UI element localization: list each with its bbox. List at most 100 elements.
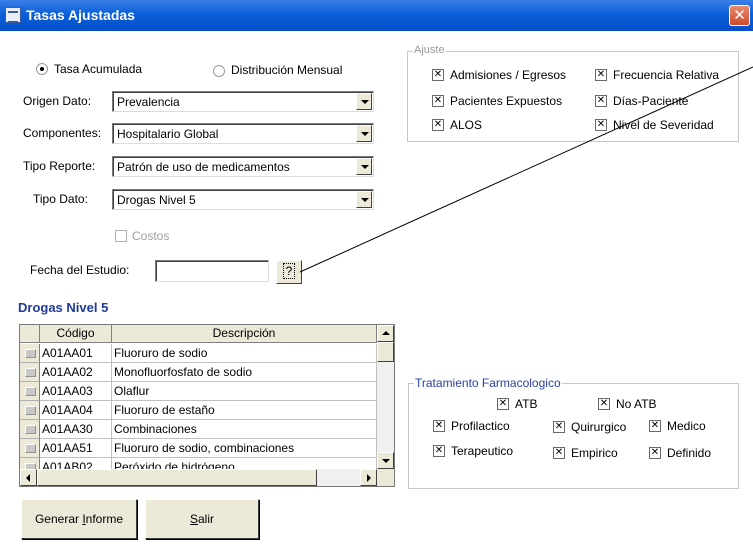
componentes-combo[interactable]: Hospitalario Global: [112, 123, 374, 144]
drogas-grid[interactable]: Código Descripción A01AA01 Fluoruro de s…: [19, 324, 395, 487]
table-row[interactable]: A01AA01 Fluoruro de sodio: [20, 344, 377, 363]
table-row[interactable]: A01AA02 Monofluorfosfato de sodio: [20, 363, 377, 382]
row-selector[interactable]: [20, 401, 40, 420]
cell-descripcion: Fluoruro de sodio, combinaciones: [112, 439, 377, 458]
scroll-right-icon[interactable]: [360, 469, 377, 486]
tipo-reporte-value: Patrón de uso de medicamentos: [117, 160, 290, 174]
definido-label[interactable]: Definido: [667, 446, 711, 460]
cell-descripcion: Combinaciones: [112, 420, 377, 439]
row-selector[interactable]: [20, 439, 40, 458]
cell-descripcion: Fluoruro de sodio: [112, 344, 377, 363]
table-row[interactable]: A01AA30 Combinaciones: [20, 420, 377, 439]
scroll-up-icon[interactable]: [377, 325, 394, 342]
table-row[interactable]: A01AA04 Fluoruro de estaño: [20, 401, 377, 420]
row-selector[interactable]: [20, 344, 40, 363]
close-icon[interactable]: ✕: [729, 5, 750, 26]
salir-post: alir: [198, 512, 215, 526]
cell-descripcion: Olaflur: [112, 382, 377, 401]
check-mark-icon[interactable]: ✕: [432, 119, 444, 131]
form-body: Tasa Acumulada Distribución Mensual Orig…: [0, 31, 753, 546]
check-mark-icon[interactable]: ✕: [553, 447, 565, 459]
window-app-icon: [5, 7, 21, 23]
origen-dato-label: Origen Dato:: [23, 94, 92, 108]
radio-tasa-acumulada-label[interactable]: Tasa Acumulada: [54, 62, 142, 76]
fecha-help-button[interactable]: ?: [276, 260, 302, 284]
scroll-down-icon[interactable]: [377, 452, 394, 469]
chevron-down-icon[interactable]: [356, 93, 372, 110]
column-header-descripcion[interactable]: Descripción: [112, 325, 377, 343]
origen-dato-combo[interactable]: Prevalencia: [112, 91, 374, 112]
ajuste-dias-label[interactable]: Días-Paciente: [613, 94, 688, 108]
costos-checkbox[interactable]: [115, 230, 127, 242]
scroll-thumb[interactable]: [37, 469, 317, 486]
costos-label: Costos: [132, 229, 170, 243]
row-selector[interactable]: [20, 382, 40, 401]
vertical-scrollbar[interactable]: [377, 325, 394, 469]
origen-dato-value: Prevalencia: [117, 95, 180, 109]
check-mark-icon[interactable]: ✕: [595, 119, 607, 131]
ajuste-pacientes-label[interactable]: Pacientes Expuestos: [450, 94, 562, 108]
ajuste-admisiones-label[interactable]: Admisiones / Egresos: [450, 68, 566, 82]
tipo-reporte-label: Tipo Reporte:: [23, 159, 96, 173]
check-mark-icon[interactable]: ✕: [497, 398, 509, 410]
empirico-label[interactable]: Empirico: [571, 446, 618, 460]
check-mark-icon[interactable]: ✕: [553, 421, 565, 433]
atb-label[interactable]: ATB: [515, 397, 537, 411]
medico-label[interactable]: Medico: [667, 419, 706, 433]
tipo-dato-label: Tipo Dato:: [33, 192, 88, 206]
cell-descripcion: Fluoruro de estaño: [112, 401, 377, 420]
column-header-codigo[interactable]: Código: [40, 325, 112, 343]
radio-distribucion-mensual[interactable]: [213, 65, 225, 77]
scroll-thumb[interactable]: [377, 342, 394, 362]
table-row[interactable]: A01AA51 Fluoruro de sodio, combinaciones: [20, 439, 377, 458]
check-mark-icon[interactable]: ✕: [649, 447, 661, 459]
profilactico-label[interactable]: Profilactico: [451, 419, 510, 433]
ajuste-severidad-label[interactable]: Nivel de Severidad: [613, 118, 714, 132]
tratamiento-legend: Tratamiento Farmacologico: [414, 376, 562, 390]
row-selector[interactable]: [20, 363, 40, 382]
table-row[interactable]: A01AA03 Olaflur: [20, 382, 377, 401]
check-mark-icon[interactable]: ✕: [595, 69, 607, 81]
radio-tasa-acumulada[interactable]: [36, 63, 48, 75]
terapeutico-label[interactable]: Terapeutico: [451, 444, 513, 458]
check-mark-icon[interactable]: ✕: [432, 69, 444, 81]
cell-codigo: A01AA51: [40, 439, 112, 458]
cell-codigo: A01AA02: [40, 363, 112, 382]
chevron-down-icon[interactable]: [356, 191, 372, 208]
generar-informe-post: nforme: [85, 512, 124, 526]
generar-informe-button[interactable]: Generar Informe: [21, 499, 137, 539]
horizontal-scrollbar[interactable]: [20, 469, 377, 486]
tipo-dato-combo[interactable]: Drogas Nivel 5: [112, 189, 374, 210]
tipo-reporte-combo[interactable]: Patrón de uso de medicamentos: [112, 156, 374, 177]
salir-button[interactable]: Salir: [145, 499, 259, 539]
scroll-left-icon[interactable]: [20, 469, 37, 486]
no-atb-label[interactable]: No ATB: [616, 397, 656, 411]
generar-informe-pre: Generar: [34, 512, 83, 526]
quirurgico-label[interactable]: Quirurgico: [571, 420, 626, 434]
componentes-label: Componentes:: [23, 126, 102, 140]
ajuste-frecuencia-label[interactable]: Frecuencia Relativa: [613, 68, 719, 82]
fecha-estudio-input[interactable]: [155, 260, 269, 282]
window-titlebar[interactable]: Tasas Ajustadas ✕: [0, 0, 753, 31]
chevron-down-icon[interactable]: [356, 125, 372, 142]
ajuste-legend: Ajuste: [413, 44, 446, 56]
chevron-down-icon[interactable]: [356, 158, 372, 175]
tipo-dato-value: Drogas Nivel 5: [117, 193, 196, 207]
check-mark-icon[interactable]: ✕: [433, 445, 445, 457]
check-mark-icon[interactable]: ✕: [595, 95, 607, 107]
check-mark-icon[interactable]: ✕: [598, 398, 610, 410]
cell-codigo: A01AA30: [40, 420, 112, 439]
drogas-section-title: Drogas Nivel 5: [18, 300, 109, 315]
window-title: Tasas Ajustadas: [26, 7, 135, 23]
fecha-estudio-label: Fecha del Estudio:: [30, 263, 130, 277]
row-selector[interactable]: [20, 420, 40, 439]
radio-distribucion-mensual-label[interactable]: Distribución Mensual: [231, 63, 342, 77]
componentes-value: Hospitalario Global: [117, 127, 219, 141]
check-mark-icon[interactable]: ✕: [432, 95, 444, 107]
ajuste-alos-label[interactable]: ALOS: [450, 118, 482, 132]
scroll-corner: [377, 469, 394, 486]
check-mark-icon[interactable]: ✕: [433, 420, 445, 432]
cell-codigo: A01AA04: [40, 401, 112, 420]
check-mark-icon[interactable]: ✕: [649, 420, 661, 432]
ajuste-group: Ajuste ✕ Admisiones / Egresos ✕ Frecuenc…: [407, 44, 739, 142]
